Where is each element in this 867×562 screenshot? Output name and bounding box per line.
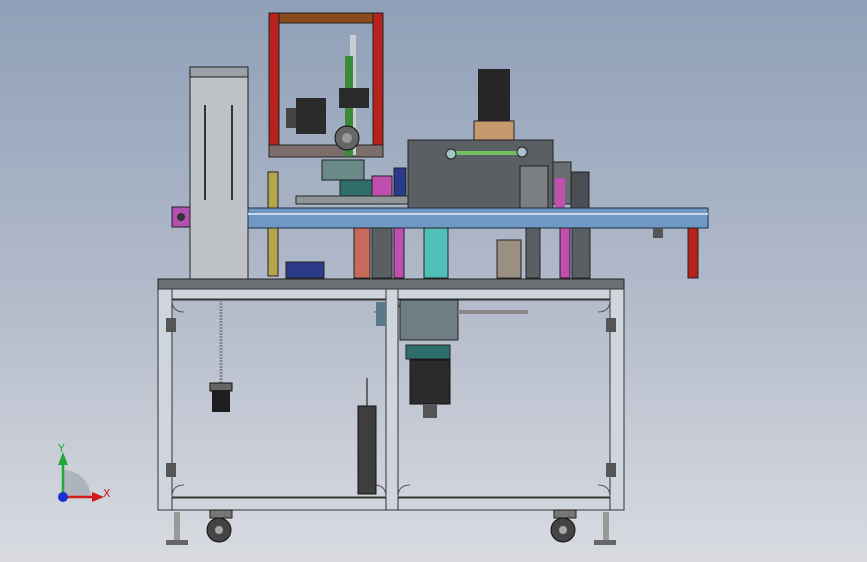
column-cap [189,66,249,78]
y-axis-label: Y [57,442,65,455]
caster-left [206,509,233,543]
panel-corners-left [171,299,387,498]
bracket [166,318,176,332]
mid-slide [295,195,409,205]
handwheel-block [339,88,369,108]
tower-base-plate [268,144,384,158]
dark-cylinder [371,227,393,279]
linkage-pivot [445,148,457,160]
pink-rod [393,227,405,279]
tower-carriage [321,159,365,181]
middle-post [385,288,399,511]
foot-stem [603,512,609,540]
triad-quadrant [63,470,91,497]
sensor-block [376,302,386,326]
foot-pad [166,540,188,545]
rail-beam [247,207,709,229]
bracket [606,318,616,332]
grey-cylinder-right [571,227,591,279]
main-housing[interactable] [407,69,590,211]
screw-flange [209,382,233,392]
caster-right [550,509,577,543]
z-axis-dot [58,492,68,502]
grey-cylinder [525,227,541,279]
servo-motor [409,359,451,405]
linkage-pivot [516,146,528,158]
red-cylinder [353,227,371,279]
rail-bracket [653,228,663,238]
pulley-hub [342,133,352,143]
mid-block [339,179,373,197]
side-block [519,165,549,209]
tower-motor [296,98,326,134]
motor-mount [399,299,459,341]
foot-stem [174,512,180,540]
motor-mount-wood [473,120,515,142]
cad-model-viewport[interactable]: Y X [0,0,867,562]
table-top-plate [157,278,625,290]
stepper-motor-small [212,390,230,412]
servo-motor-assembly[interactable] [376,299,528,418]
bracket [606,463,616,477]
brown-block [496,239,522,279]
vertical-column[interactable] [171,66,249,280]
top-motor [478,69,510,121]
machine-assembly-drawing[interactable]: Y X [0,0,867,562]
coordinate-triad: Y X [57,442,111,502]
lower-lead-screw[interactable] [209,300,233,412]
mid-blue-block [393,167,407,197]
tower-top-bar [268,12,384,24]
red-tower[interactable] [268,12,384,181]
lower-cylinder[interactable] [357,378,377,495]
side-bracket [570,171,590,209]
pink-actuator [555,178,565,208]
pneumatic-cylinder [357,405,377,495]
bracket [166,463,176,477]
column-plate [189,66,249,280]
pink-bracket-hole [177,213,185,221]
x-axis-label: X [103,487,111,500]
under-rail-parts[interactable] [285,227,591,279]
pink-rod-right [559,227,571,279]
tower-left-leg [268,12,280,154]
tower-right-leg [372,12,384,154]
blue-plate [285,261,325,279]
motor-end-cap [286,108,296,128]
foot-pad [594,540,616,545]
motor-shaft-end [423,404,437,418]
rail-leg-right [687,227,699,279]
mid-pink-block [371,175,393,197]
motor-flange [405,344,451,360]
teal-cylinder [423,227,449,279]
